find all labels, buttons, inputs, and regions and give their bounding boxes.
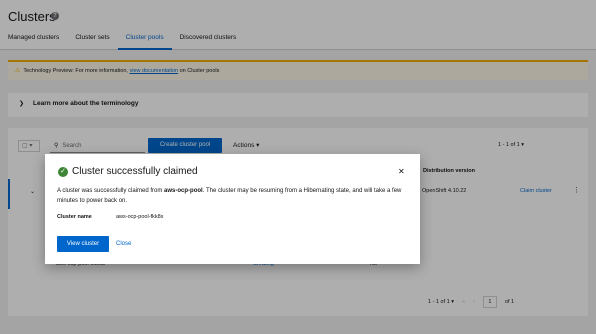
modal-title: ✓ Cluster successfully claimed — [58, 166, 198, 177]
close-button[interactable]: Close — [116, 236, 131, 252]
cluster-name-field: Cluster name aws-ocp-pool-fkk8s — [57, 214, 163, 220]
view-cluster-button[interactable]: View cluster — [57, 236, 109, 252]
close-icon[interactable]: ✕ — [398, 167, 405, 176]
claim-success-modal: ✓ Cluster successfully claimed ✕ A clust… — [45, 154, 420, 264]
cluster-name-label: Cluster name — [57, 214, 92, 220]
check-circle-icon: ✓ — [58, 166, 68, 177]
modal-body-prefix: A cluster was successfully claimed from — [57, 188, 165, 194]
pool-name: aws-ocp-pool — [164, 188, 203, 194]
cluster-name-value: aws-ocp-pool-fkk8s — [116, 214, 164, 220]
modal-body: A cluster was successfully claimed from … — [57, 186, 409, 206]
modal-title-text: Cluster successfully claimed — [72, 166, 198, 177]
